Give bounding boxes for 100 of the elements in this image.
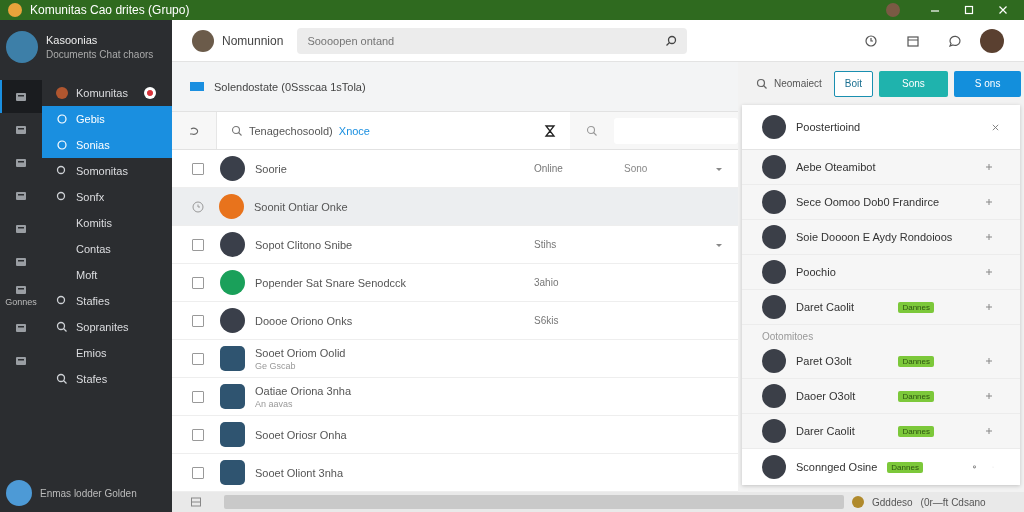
search-icon [231, 124, 243, 137]
checkbox[interactable] [192, 466, 204, 479]
checkbox[interactable] [192, 352, 204, 365]
status-text: Stihs [534, 239, 558, 250]
window-icon[interactable] [190, 496, 202, 508]
avatar-photo [220, 384, 245, 409]
checkbox[interactable] [192, 428, 204, 441]
nav-subitem[interactable]: Emios [42, 340, 172, 366]
maximize-icon[interactable] [964, 5, 974, 15]
section-title: Solendostate (0Ssscaa 1sTola) [214, 80, 366, 93]
avatar-photo [220, 346, 245, 371]
nav-item[interactable]: Sonfx [42, 184, 172, 210]
list-row[interactable]: Doooe Oriono Onks S6kis [172, 302, 738, 340]
item-name: Oatiae Oriona 3nha [255, 384, 352, 397]
nav-item[interactable]: Stafes [42, 366, 172, 392]
avatar-photo [220, 460, 245, 485]
nav-subitem[interactable]: Komitis [42, 210, 172, 236]
rail-button[interactable]: Gonnes [0, 278, 42, 311]
calendar-icon[interactable] [906, 33, 920, 48]
search-icon[interactable] [756, 77, 768, 90]
nav-item[interactable]: Komunitas [42, 80, 172, 106]
plus-icon[interactable] [984, 302, 994, 312]
plus-icon[interactable] [984, 356, 994, 366]
close-icon[interactable] [991, 122, 1000, 132]
contact-item[interactable]: Soie Doooon E Aydy Rondoioos [742, 220, 1020, 255]
app-logo-icon [8, 3, 22, 17]
scrollbar[interactable] [224, 495, 844, 509]
rail-button[interactable] [0, 80, 42, 113]
contact-item[interactable]: Paret O3olt Dannes [742, 344, 1020, 379]
nav-item[interactable]: Stafies [42, 288, 172, 314]
search-label: Neomaiect [774, 78, 822, 89]
plus-icon[interactable] [984, 267, 994, 277]
nav-subitem[interactable]: Moft [42, 262, 172, 288]
avatar-photo [762, 115, 786, 139]
avatar-photo [220, 422, 245, 447]
avatar-photo [220, 156, 245, 181]
avatar-photo [762, 260, 786, 284]
item-name: Soorie [255, 162, 288, 175]
action-button[interactable]: S ons [953, 70, 1022, 97]
chat-icon[interactable] [948, 33, 962, 48]
search-field[interactable]: Soooopen ontand [297, 27, 688, 54]
item-name: Sooet Oliont 3nha [255, 466, 345, 479]
avatar-photo [762, 225, 786, 249]
nav-item[interactable]: Somonitas [42, 158, 172, 184]
item-name: Soonit Ontiar Onke [254, 200, 349, 213]
status-text: S6kis [534, 315, 560, 326]
refresh-icon[interactable] [188, 124, 200, 137]
nav-item[interactable]: Sopranites [42, 314, 172, 340]
item-name: Sooet Oriom Oolid [255, 346, 347, 359]
list-row[interactable]: Soonit Ontiar Onke [172, 188, 738, 226]
plus-icon[interactable] [984, 197, 994, 207]
search-icon [56, 321, 68, 333]
list-row[interactable]: Sooet Oriosr Onha [172, 416, 738, 454]
action-button[interactable]: Boit [833, 70, 874, 97]
avatar-photo [762, 349, 786, 373]
list-row[interactable]: Sooet Oriom Oolid Ge Gscab [172, 340, 738, 378]
contact-name: Sconnged Osine [796, 461, 878, 473]
avatar-photo [762, 384, 786, 408]
nav-subitem[interactable]: Contas [42, 236, 172, 262]
item-name: Doooe Oriono Onks [255, 314, 354, 327]
list-row[interactable]: Sopot Clitono Snibe Stihs [172, 226, 738, 264]
search-icon[interactable] [665, 34, 678, 47]
avatar-photo [56, 87, 68, 99]
status-tag: Dannes [898, 355, 934, 367]
avatar-photo [6, 31, 38, 63]
plus-icon[interactable] [984, 426, 994, 436]
item-detail: Sono [624, 163, 649, 174]
avatar-photo [192, 29, 214, 52]
user-name: Enmas lodder Golden [40, 487, 137, 499]
clear-link[interactable]: Xnoce [338, 124, 370, 137]
item-name: Sopot Clitono Snibe [255, 238, 354, 251]
list-row[interactable]: Oatiae Oriona 3nha An aavas [172, 378, 738, 416]
plus-icon[interactable] [984, 232, 994, 242]
search-icon [56, 373, 68, 385]
contact-item[interactable]: Poochio [742, 255, 1020, 290]
avatar-photo[interactable] [980, 28, 1004, 53]
avatar-photo [220, 308, 245, 333]
hourglass-icon[interactable] [544, 124, 556, 137]
contact-item[interactable]: Sece Oomoo Dob0 Frandirce [742, 185, 1020, 220]
contact-item[interactable]: Daret Caolit Dannes [742, 290, 1020, 325]
checkbox[interactable] [192, 238, 204, 251]
profile-name: Kasoonias [46, 34, 99, 46]
plus-icon[interactable] [984, 391, 994, 401]
checkbox[interactable] [192, 390, 204, 403]
list-row[interactable]: Popender Sat Snare Senodcck 3ahio [172, 264, 738, 302]
clock-icon [192, 200, 204, 213]
status-tag: Dannes [898, 425, 934, 437]
clock-icon[interactable] [864, 33, 878, 48]
checkbox[interactable] [192, 276, 204, 289]
avatar-photo [762, 295, 786, 319]
circle-icon [56, 139, 68, 151]
checkbox[interactable] [192, 314, 204, 327]
status-text: Online [534, 163, 564, 174]
plus-icon[interactable] [984, 162, 994, 172]
status-tag: Dannes [887, 461, 923, 473]
contact-item[interactable]: Darer Caolit Dannes [742, 414, 1020, 449]
contact-item[interactable]: Aebe Oteamibot [742, 150, 1020, 185]
checkbox[interactable] [192, 162, 204, 175]
contact-item[interactable]: Daoer O3olt Dannes [742, 379, 1020, 414]
user-name: Nomunnion [222, 33, 284, 48]
